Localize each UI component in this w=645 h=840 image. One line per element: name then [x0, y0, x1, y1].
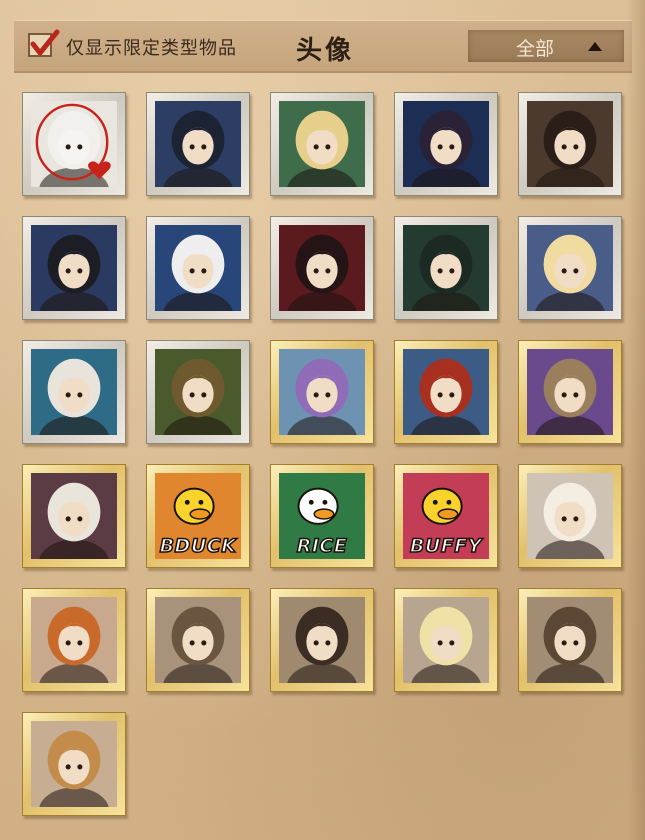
avatar-tile[interactable]: [270, 216, 374, 320]
white-hair-top-hat-portrait: [155, 225, 241, 311]
avatar-tile[interactable]: [22, 588, 126, 692]
white-haired-man-portrait: [31, 473, 117, 559]
avatar-tile[interactable]: BDUCK: [146, 464, 250, 568]
avatar-tile[interactable]: BUFFY: [394, 464, 498, 568]
avatar-collection-page: 仅显示限定类型物品 头像 全部 BDUCK RICE BUFFY: [0, 0, 645, 840]
avatar-badge-text: RICE: [296, 534, 348, 558]
hooded-button-eyes-portrait: [279, 597, 365, 683]
mechanical-diver-portrait: [155, 597, 241, 683]
box-head-figure-portrait: [527, 349, 613, 435]
avatar-tile[interactable]: [22, 92, 126, 196]
avatar-tile[interactable]: [270, 92, 374, 196]
avatar-tile[interactable]: [394, 588, 498, 692]
blonde-purple-face-portrait: [403, 597, 489, 683]
blonde-blindfold-portrait: [527, 225, 613, 311]
avatar-tile[interactable]: [394, 92, 498, 196]
avatar-tile[interactable]: [146, 588, 250, 692]
avatar-tile[interactable]: [146, 340, 250, 444]
goggles-cat-ear-portrait: [527, 597, 613, 683]
avatar-tile[interactable]: [518, 464, 622, 568]
red-flower-girl-portrait: [279, 225, 365, 311]
red-haired-masked-figure-portrait: [403, 349, 489, 435]
avatar-tile[interactable]: [518, 340, 622, 444]
mechanical-creature-portrait: [155, 349, 241, 435]
check-icon: [30, 29, 60, 56]
avatar-tile[interactable]: RICE: [270, 464, 374, 568]
dark-and-white-pair-portrait: [31, 225, 117, 311]
avatar-badge-text: BDUCK: [159, 534, 237, 558]
blonde-green-goggles-portrait: [279, 101, 365, 187]
avatar-tile[interactable]: [146, 92, 250, 196]
white-haired-doll-portrait: [31, 101, 117, 187]
avatar-tile[interactable]: [270, 588, 374, 692]
avatar-tile[interactable]: [270, 340, 374, 444]
goggles-girl-portrait: [31, 721, 117, 807]
filter-header-bar: 仅显示限定类型物品 头像 全部: [14, 20, 632, 73]
avatar-tile[interactable]: [518, 216, 622, 320]
avatar-tile[interactable]: [394, 340, 498, 444]
chevron-up-icon: [588, 42, 602, 51]
limited-filter-label[interactable]: 仅显示限定类型物品: [66, 34, 237, 60]
dropdown-selected-value: 全部: [516, 38, 555, 60]
avatar-badge-text: BUFFY: [409, 534, 483, 558]
avatar-tile[interactable]: [22, 712, 126, 816]
avatar-tile[interactable]: [22, 340, 126, 444]
white-curls-masked-portrait: [31, 349, 117, 435]
avatar-tile[interactable]: [394, 216, 498, 320]
purple-hooded-figure-portrait: [279, 349, 365, 435]
page-title: 头像: [296, 36, 355, 66]
avatar-tile[interactable]: [146, 216, 250, 320]
avatar-tile[interactable]: [518, 588, 622, 692]
avatar-tile[interactable]: [22, 464, 126, 568]
limited-filter-checkbox[interactable]: [28, 29, 60, 57]
dark-armored-hunter-portrait: [155, 101, 241, 187]
dark-haired-ghost-portrait: [403, 225, 489, 311]
avatar-tile[interactable]: [518, 92, 622, 196]
category-dropdown[interactable]: 全部: [468, 30, 624, 62]
dark-curly-hair-steampunk-portrait: [527, 101, 613, 187]
orange-braids-girl-portrait: [31, 597, 117, 683]
pale-lady-red-eyes-portrait: [527, 473, 613, 559]
dark-and-pale-pair-portrait: [403, 101, 489, 187]
avatar-tile[interactable]: [22, 216, 126, 320]
